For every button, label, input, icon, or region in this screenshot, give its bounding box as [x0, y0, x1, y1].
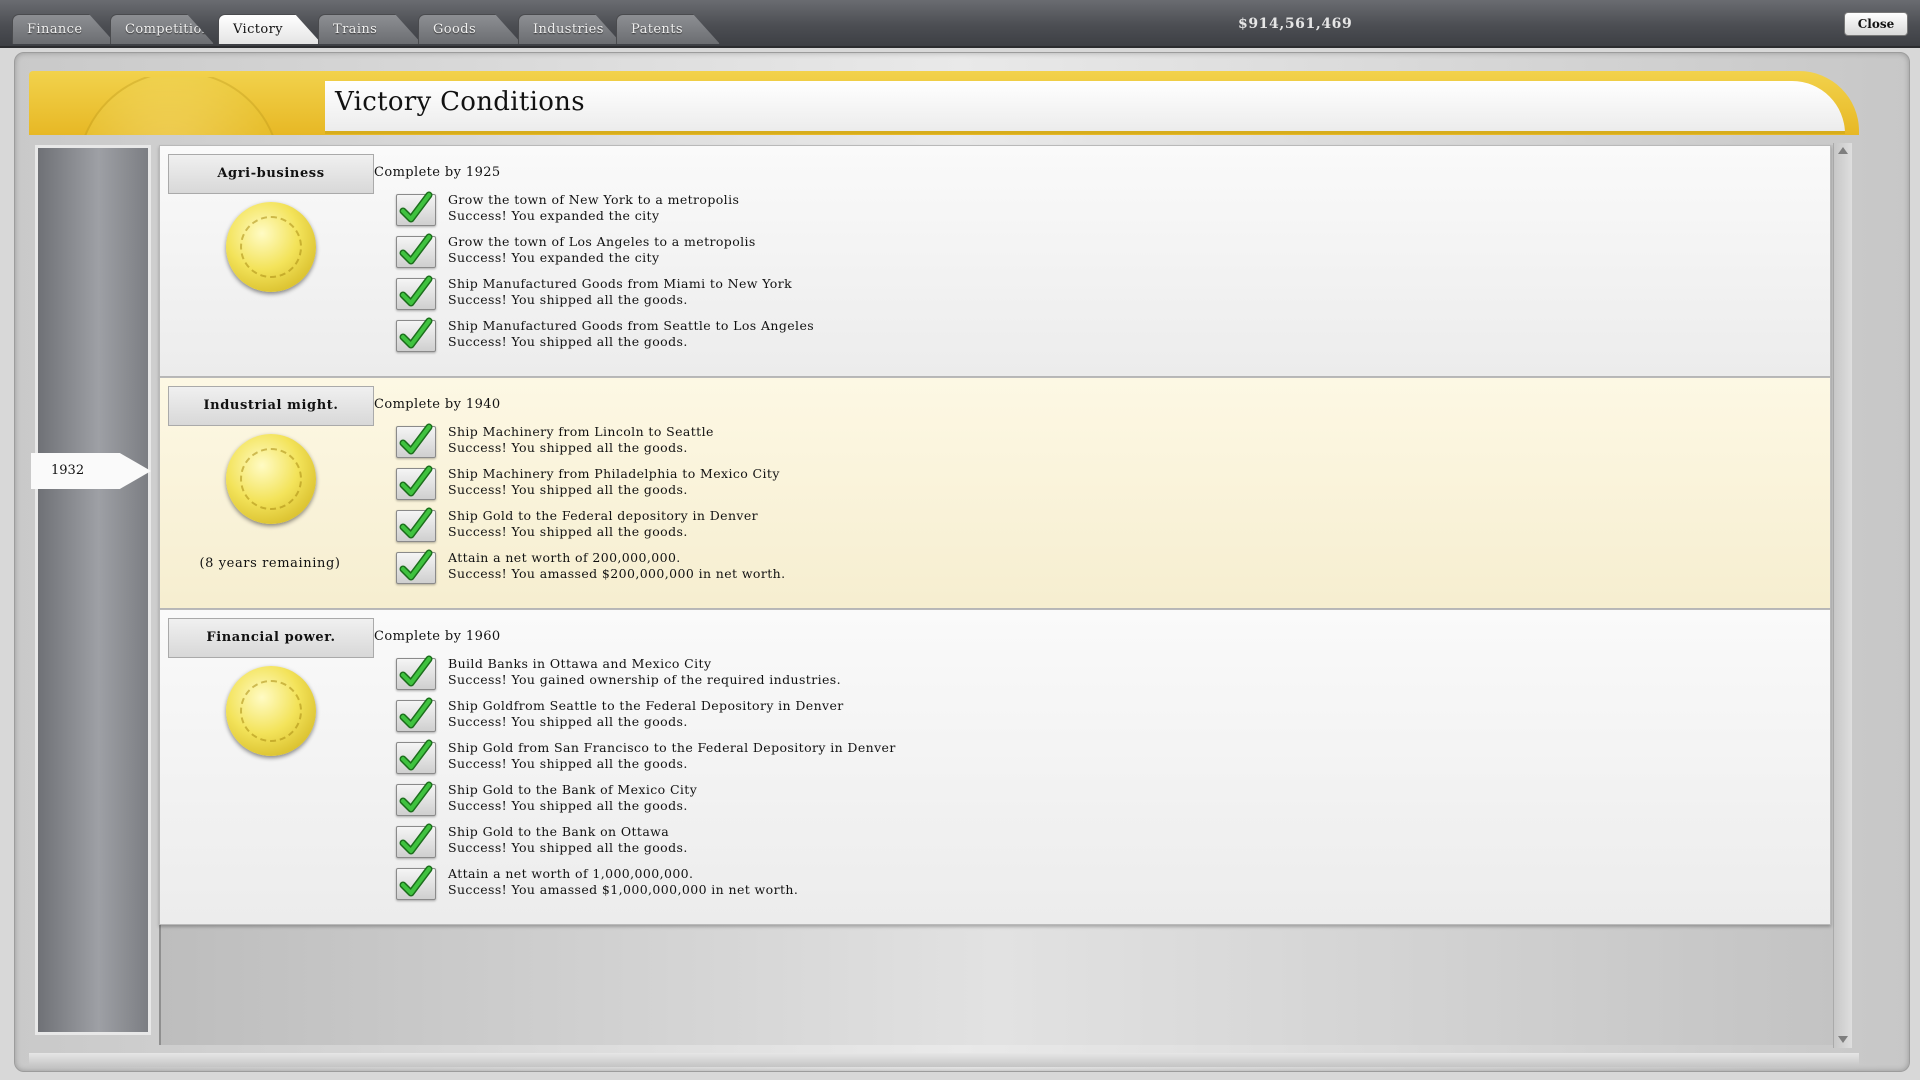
- condition-text: Attain a net worth of 1,000,000,000. Succ…: [448, 866, 799, 897]
- condition-text: Ship Gold to the Bank of Mexico City Succ…: [448, 782, 698, 813]
- list-item: Ship Gold to the Bank of Mexico City Succ…: [396, 781, 1296, 822]
- checkmark-icon: [396, 823, 436, 858]
- condition-text: Ship Goldfrom Seattle to the Federal Dep…: [448, 698, 844, 729]
- list-item: Grow the town of Los Angeles to a metrop…: [396, 233, 1296, 274]
- title-box: Victory Conditions: [325, 81, 1845, 134]
- condition-text: Ship Machinery from Philadelphia to Mexi…: [448, 466, 780, 497]
- header-medal-icon: [65, 77, 295, 135]
- checkmark-icon: [396, 465, 436, 500]
- checkmark-icon: [396, 739, 436, 774]
- list-item: Attain a net worth of 200,000,000. Succes…: [396, 549, 1296, 590]
- list-item: Ship Manufactured Goods from Seattle to …: [396, 317, 1296, 358]
- money-readout: $914,561,469: [1238, 16, 1353, 32]
- frame-bottom-edge: [29, 1053, 1859, 1067]
- complete-by-label: Complete by 1925: [374, 165, 501, 180]
- top-bar: Finance Competition Victory Trains Goods…: [0, 0, 1920, 48]
- section-title: Financial power.: [168, 618, 374, 658]
- complete-by-label: Complete by 1940: [374, 397, 501, 412]
- victory-section-industrial-might: Industrial might. (8 years remaining) Co…: [159, 377, 1831, 609]
- list-item: Ship Goldfrom Seattle to the Federal Dep…: [396, 697, 1296, 738]
- checkmark-icon: [396, 697, 436, 732]
- condition-text: Build Banks in Ottawa and Mexico City Suc…: [448, 656, 841, 687]
- main-panel: Victory Conditions 1932 Agri-business Co…: [14, 52, 1910, 1072]
- victory-section-agri-business: Agri-business Complete by 1925 Grow the …: [159, 145, 1831, 377]
- list-item: Ship Gold from San Francisco to the Fede…: [396, 739, 1296, 780]
- page-title: Victory Conditions: [335, 87, 585, 117]
- tab-goods[interactable]: Goods: [418, 14, 522, 44]
- checkmark-icon: [396, 655, 436, 690]
- tab-patents[interactable]: Patents: [616, 14, 720, 44]
- tab-finance[interactable]: Finance: [12, 14, 116, 44]
- condition-text: Ship Machinery from Lincoln to Seattle Su…: [448, 424, 714, 455]
- victory-section-financial-power: Financial power. Complete by 1960 Build …: [159, 609, 1831, 925]
- checkmark-icon: [396, 191, 436, 226]
- checkmark-icon: [396, 781, 436, 816]
- list-item: Ship Machinery from Philadelphia to Mexi…: [396, 465, 1296, 506]
- checkmark-icon: [396, 275, 436, 310]
- list-item: Grow the town of New York to a metropoli…: [396, 191, 1296, 232]
- gold-medal-icon: [226, 434, 316, 524]
- checkmark-icon: [396, 233, 436, 268]
- condition-text: Ship Gold from San Francisco to the Fede…: [448, 740, 896, 771]
- list-item: Ship Gold to the Federal depository in D…: [396, 507, 1296, 548]
- checkmark-icon: [396, 507, 436, 542]
- gold-medal-icon: [226, 202, 316, 292]
- condition-text: Grow the town of Los Angeles to a metrop…: [448, 234, 756, 265]
- gold-medal-icon: [226, 666, 316, 756]
- list-item: Ship Gold to the Bank on Ottawa Success! …: [396, 823, 1296, 864]
- list-item: Ship Manufactured Goods from Miami to Ne…: [396, 275, 1296, 316]
- checkmark-icon: [396, 865, 436, 900]
- scroll-up-icon[interactable]: [1838, 147, 1848, 154]
- condition-text: Ship Gold to the Bank on Ottawa Success! …: [448, 824, 688, 855]
- years-remaining-label: (8 years remaining): [199, 556, 341, 571]
- scroll-down-icon[interactable]: [1838, 1036, 1848, 1043]
- tab-trains[interactable]: Trains: [318, 14, 422, 44]
- tab-competition[interactable]: Competition: [110, 14, 214, 44]
- condition-text: Ship Manufactured Goods from Seattle to …: [448, 318, 815, 349]
- condition-text: Ship Gold to the Federal depository in D…: [448, 508, 759, 539]
- year-timeline: [35, 145, 151, 1035]
- condition-text: Attain a net worth of 200,000,000. Succes…: [448, 550, 786, 581]
- checkmark-icon: [396, 423, 436, 458]
- list-item: Build Banks in Ottawa and Mexico City Suc…: [396, 655, 1296, 696]
- condition-text: Ship Manufactured Goods from Miami to Ne…: [448, 276, 793, 307]
- section-title: Agri-business: [168, 154, 374, 194]
- complete-by-label: Complete by 1960: [374, 629, 501, 644]
- section-title: Industrial might.: [168, 386, 374, 426]
- tab-industries[interactable]: Industries: [518, 14, 622, 44]
- checkmark-icon: [396, 317, 436, 352]
- checkmark-icon: [396, 549, 436, 584]
- close-button[interactable]: Close: [1844, 12, 1908, 36]
- scrollbar[interactable]: [1833, 143, 1852, 1048]
- list-item: Ship Machinery from Lincoln to Seattle Su…: [396, 423, 1296, 464]
- condition-text: Grow the town of New York to a metropoli…: [448, 192, 740, 223]
- tab-victory[interactable]: Victory: [218, 14, 322, 44]
- list-item: Attain a net worth of 1,000,000,000. Succ…: [396, 865, 1296, 906]
